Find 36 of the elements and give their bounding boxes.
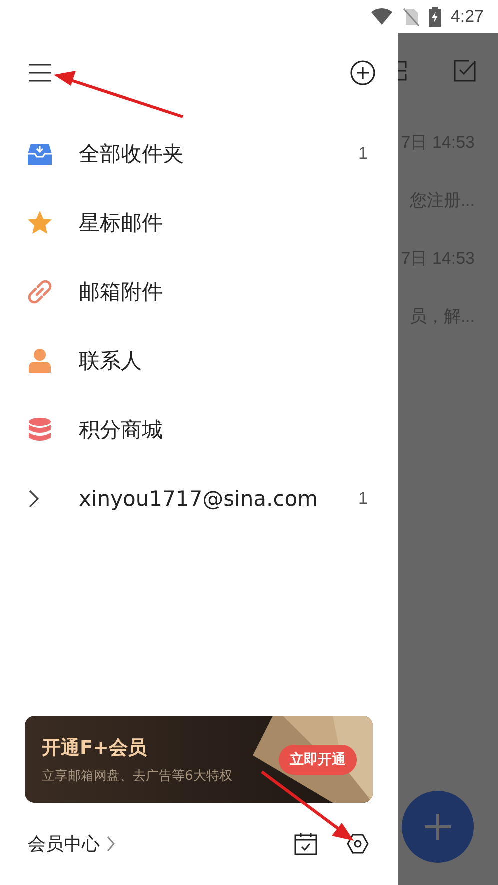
status-time: 4:27	[450, 6, 484, 26]
subscribe-button[interactable]: 立即开通	[279, 744, 357, 774]
account-item[interactable]: xinyou1717@sina.com 1	[0, 464, 398, 533]
star-icon	[27, 210, 53, 236]
add-icon[interactable]	[350, 60, 376, 86]
menu-item[interactable]: 积分商城	[0, 395, 398, 464]
item-label: 积分商城	[79, 416, 164, 444]
settings-icon[interactable]	[346, 832, 370, 856]
person-icon	[27, 348, 53, 374]
unread-count: 1	[358, 488, 368, 508]
promo-banner[interactable]: 开通F+会员 立享邮箱网盘、去广告等6大特权 立即开通	[25, 716, 373, 803]
checkbox-icon	[453, 59, 477, 83]
menu-item[interactable]: 联系人	[0, 326, 398, 395]
promo-title: 开通F+会员	[42, 736, 148, 760]
item-label: xinyou1717@sina.com	[79, 486, 320, 510]
plus-icon	[423, 812, 453, 842]
item-label: 全部收件夹	[79, 140, 185, 168]
menu-item[interactable]: 邮箱附件	[0, 257, 398, 326]
menu-item[interactable]: 星标邮件	[0, 188, 398, 257]
link-icon	[27, 278, 53, 304]
item-label: 星标邮件	[79, 210, 164, 236]
scan-icon	[398, 59, 410, 83]
no-sim-icon	[402, 8, 419, 26]
chevron-right-icon	[106, 836, 116, 852]
unread-count: 1	[358, 144, 368, 164]
battery-charging-icon	[428, 6, 441, 26]
item-label: 邮箱附件	[79, 278, 164, 306]
promo-subtitle: 立享邮箱网盘、去广告等6大特权	[42, 768, 234, 784]
calendar-icon[interactable]	[294, 832, 318, 856]
coin-stack-icon	[27, 416, 53, 442]
inbox-icon	[27, 142, 53, 166]
wifi-icon	[370, 8, 393, 25]
menu-icon[interactable]	[28, 63, 52, 83]
menu-item[interactable]: 全部收件夹 1	[0, 119, 398, 188]
item-label: 联系人	[79, 348, 143, 374]
member-center-link[interactable]: 会员中心	[28, 832, 100, 856]
